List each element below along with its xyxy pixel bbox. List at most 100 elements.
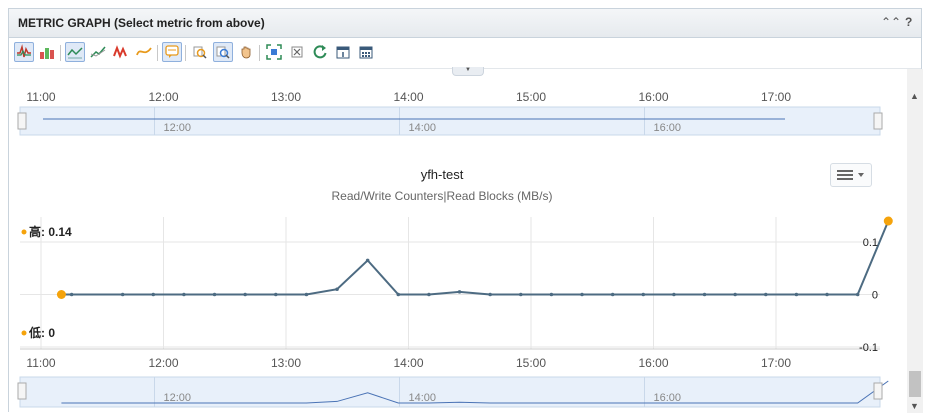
top-axis-tick-label: 12:00 [148,90,178,104]
top-axis-tick-label: 15:00 [516,90,546,104]
series-point [702,292,707,297]
high-marker-dot [21,229,27,235]
series-point [243,292,247,297]
chart-title: yfh-test [421,167,464,182]
hamburger-menu-icon [837,170,864,180]
toolbar-separator [60,45,61,61]
x-tick-label: 13:00 [271,356,301,370]
bottom-navigator-tick-label: 16:00 [654,392,682,404]
metric-graph-panel: METRIC GRAPH (Select metric from above) … [8,8,923,413]
graph-toolbar [9,38,921,69]
series-point [794,292,799,297]
single-day-calendar-icon[interactable] [333,42,353,62]
series-point [610,292,615,297]
series-point [733,292,737,297]
x-tick-label: 11:00 [26,356,55,370]
series-point [427,292,431,297]
series-endpoint-marker [56,290,66,299]
top-navigator[interactable]: 12:00 14:00 16:00 [17,106,883,136]
line-mode-icon[interactable] [65,42,85,62]
series-line [61,220,890,296]
top-navigator-tick-label: 14:00 [409,122,437,134]
scrollbar-thumb[interactable] [909,371,921,397]
zoom-in-icon[interactable] [213,42,233,62]
top-navigator-tick-label: 12:00 [164,122,192,134]
top-axis-tick-label: 16:00 [638,90,668,104]
top-navigator-left-handle[interactable] [17,112,27,130]
plot-series [56,216,893,299]
chart-svg: 11:00 12:00 13:00 14:00 15:00 16:00 17:00 12:0… [17,90,893,408]
series-point [518,292,523,297]
series-point [763,292,768,297]
series-point [212,292,217,297]
top-navigator-right-handle[interactable] [873,112,883,130]
series-point [457,290,462,294]
x-axis-ticks: 11:00 12:00 13:00 14:00 15:00 16:00 17:00 [26,356,791,370]
low-value-label: 低: 0 [28,325,55,340]
series-point [672,292,676,297]
zoom-out-icon[interactable] [190,42,210,62]
series-point [365,258,370,263]
refresh-icon[interactable] [310,42,330,62]
series-point [69,292,74,297]
panel-title: METRIC GRAPH (Select metric from above) [18,16,265,30]
double-chevron-up-icon[interactable]: ⌃⌃ [881,15,901,29]
y-tick-label: 0.1 [863,237,878,249]
y-tick-label: -0.1 [859,342,878,354]
series-point [825,292,829,297]
x-tick-label: 16:00 [638,356,668,370]
series-point [182,292,186,297]
area-graph-icon[interactable] [37,42,57,62]
series-point [580,292,584,297]
panel-titlebar: METRIC GRAPH (Select metric from above) … [9,9,921,38]
top-navigator-tick-label: 16:00 [654,122,682,134]
series-point [396,292,401,297]
help-button[interactable]: ? [905,15,912,29]
smooth-curve-icon[interactable] [134,42,154,62]
high-value-label: 高: 0.14 [29,224,72,239]
top-axis-tick-label: 13:00 [271,90,301,104]
bottom-navigator-tick-label: 12:00 [164,392,192,404]
spike-icon[interactable] [111,42,131,62]
series-point [549,292,554,297]
low-marker-dot [21,330,27,336]
bottom-navigator-left-handle[interactable] [17,382,27,400]
scroll-up-arrow-icon[interactable]: ▲ [910,91,919,101]
series-point [273,292,278,297]
chart-area: 11:00 12:00 13:00 14:00 15:00 16:00 17:00 12:0… [9,69,907,413]
x-tick-label: 12:00 [148,356,178,370]
bottom-navigator-right-handle[interactable] [873,382,883,400]
scroll-down-arrow-icon[interactable]: ▼ [910,401,919,411]
toolbar-separator [259,45,260,61]
chart-menu-button[interactable] [830,163,872,187]
toolbar-separator [157,45,158,61]
top-axis-tick-label: 17:00 [761,90,791,104]
bottom-navigator[interactable]: 12:00 14:00 16:00 [17,376,889,408]
trend-icon[interactable] [88,42,108,62]
top-axis-tick-label: 14:00 [393,90,423,104]
series-point [120,292,125,297]
x-tick-label: 14:00 [393,356,423,370]
series-endpoint-marker [883,216,893,226]
bottom-navigator-tick-label: 14:00 [409,392,437,404]
series-point [855,292,860,297]
top-navigator-axis: 11:00 12:00 13:00 14:00 15:00 16:00 17:00 [26,90,791,104]
vertical-scrollbar[interactable]: ▲ ▼ [907,69,923,413]
toolbar-separator [185,45,186,61]
series-point [335,287,339,292]
line-graph-icon[interactable] [14,42,34,62]
pan-hand-icon[interactable] [236,42,256,62]
y-tick-label: 0 [872,290,878,302]
series-point [151,292,156,297]
x-tick-label: 17:00 [761,356,791,370]
comment-icon[interactable] [162,42,182,62]
top-axis-tick-label: 11:00 [26,90,55,104]
chart-subtitle: Read/Write Counters|Read Blocks (MB/s) [332,189,553,203]
plot-grid [20,217,880,350]
series-point [641,292,646,297]
series-point [488,292,492,297]
x-tick-label: 15:00 [516,356,546,370]
reset-zoom-icon[interactable] [287,42,307,62]
fit-to-screen-icon[interactable] [264,42,284,62]
calendar-icon[interactable] [356,42,376,62]
